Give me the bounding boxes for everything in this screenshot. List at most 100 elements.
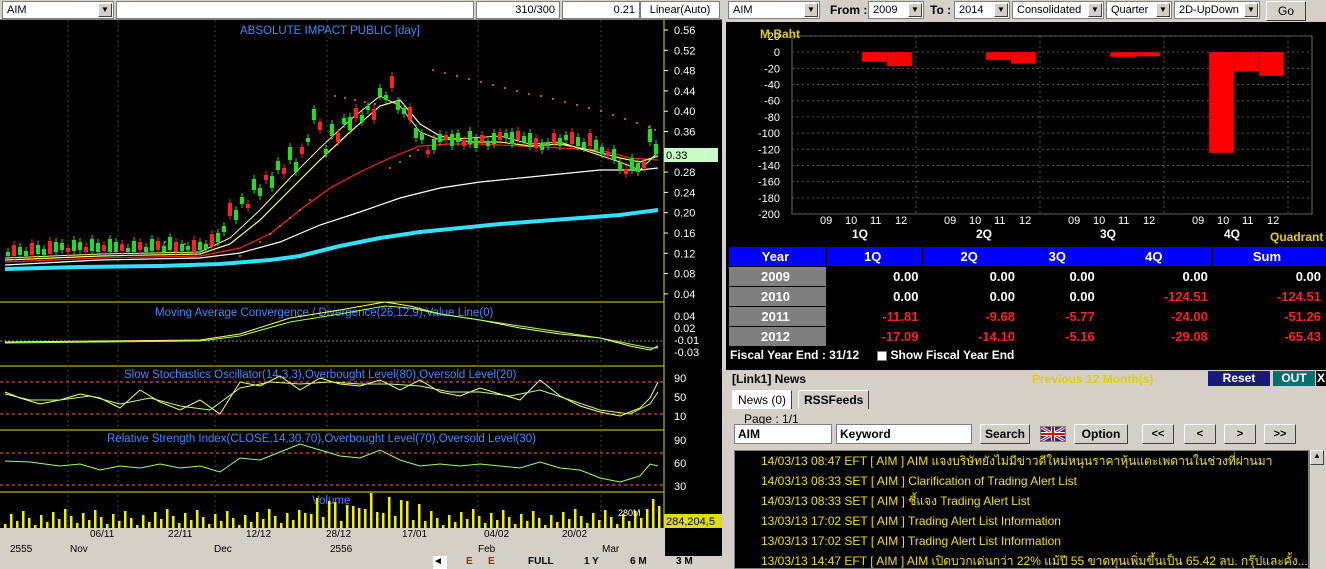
earnings-bar xyxy=(985,51,1012,61)
x-tick-label: 10 xyxy=(969,215,981,227)
next-page-button[interactable]: > xyxy=(1224,424,1256,444)
from-year-select[interactable]: 2009 ▼ xyxy=(868,1,924,19)
scroll-left-icon[interactable]: ◄ xyxy=(433,556,447,569)
first-page-button[interactable]: << xyxy=(1142,424,1174,444)
volume-bar xyxy=(190,520,193,528)
keyword-input[interactable]: Keyword xyxy=(836,424,972,444)
news-item[interactable]: 13/03/13 17:02 SET [ AIM ] Trading Alert… xyxy=(735,511,1308,531)
symbol-combo[interactable]: AIM ▼ xyxy=(2,1,114,19)
news-scrollbar[interactable]: ▲ xyxy=(1309,450,1324,569)
quadrant-label: Quadrant xyxy=(1270,230,1323,244)
fin-symbol-combo[interactable]: AIM ▼ xyxy=(728,1,820,19)
candle-body xyxy=(96,243,100,252)
chevron-down-icon[interactable]: ▼ xyxy=(1088,3,1102,17)
scale-mode[interactable]: Linear(Auto) xyxy=(640,1,720,19)
out-button[interactable]: OUT xyxy=(1273,371,1315,386)
earnings-bar xyxy=(1233,51,1260,72)
last-page-button[interactable]: >> xyxy=(1264,424,1296,444)
volume-bar xyxy=(268,509,271,528)
fiscal-year-end: Fiscal Year End : 31/12 xyxy=(730,348,860,362)
chevron-down-icon[interactable]: ▼ xyxy=(804,3,818,17)
macd-tick-label: 0.04 xyxy=(674,311,695,323)
volume-bar xyxy=(64,509,67,528)
earnings-bar xyxy=(1208,51,1235,154)
volume-bar xyxy=(88,520,91,528)
candle-body xyxy=(372,109,376,120)
go-button[interactable]: Go xyxy=(1266,1,1306,21)
candle-body xyxy=(402,108,406,114)
show-fiscal-checkbox[interactable] xyxy=(876,350,887,361)
volume-bar xyxy=(352,506,355,528)
tab-rss[interactable]: RSSFeeds xyxy=(798,390,870,409)
chevron-down-icon[interactable]: ▼ xyxy=(1156,3,1170,17)
year-cell: 2011 xyxy=(728,306,827,327)
timeframe-full[interactable]: FULL xyxy=(528,556,554,567)
close-icon[interactable]: X xyxy=(1316,371,1326,386)
volume-bar xyxy=(154,512,157,528)
timeframe-3m[interactable]: 3 M xyxy=(676,556,693,567)
candle-body xyxy=(144,247,148,252)
scroll-up-icon[interactable]: ▲ xyxy=(1310,450,1324,465)
period-select[interactable]: Quarter ▼ xyxy=(1106,1,1172,19)
consolidated-select[interactable]: Consolidated ▼ xyxy=(1012,1,1104,19)
candle-body xyxy=(210,234,214,246)
volume-bar xyxy=(118,521,121,528)
search-button[interactable]: Search xyxy=(980,424,1030,444)
news-link-title: [Link1] News xyxy=(732,372,807,386)
stoch-axis: 90 50 10 xyxy=(674,373,686,423)
month-tick: Nov xyxy=(70,544,88,555)
prev-page-button[interactable]: < xyxy=(1184,424,1216,444)
news-symbol-input[interactable]: AIM xyxy=(734,424,832,444)
candle-body xyxy=(618,162,622,170)
view-select[interactable]: 2D-UpDown ▼ xyxy=(1174,1,1260,19)
y-tick-label: -160 xyxy=(758,177,780,189)
volume-bar xyxy=(40,515,43,528)
option-button[interactable]: Option xyxy=(1074,424,1128,444)
to-year-select[interactable]: 2014 ▼ xyxy=(954,1,1010,19)
timeframe-6m[interactable]: 6 M xyxy=(630,556,647,567)
value-cell: 0.00 xyxy=(825,266,924,287)
volume-bar xyxy=(400,500,403,528)
reset-button[interactable]: Reset xyxy=(1208,371,1270,386)
news-item[interactable]: 13/03/13 17:02 SET [ AIM ] Trading Alert… xyxy=(735,531,1308,551)
timeframe-1y[interactable]: 1 Y xyxy=(584,556,599,567)
stoch-tick-label: 10 xyxy=(674,411,686,423)
volume-bar xyxy=(460,512,463,528)
news-item[interactable]: 13/03/13 14:47 EFT [ AIM ] AIM เปิดบวกเด… xyxy=(735,551,1308,568)
volume-bar xyxy=(550,515,553,528)
x-tick-label: 12 xyxy=(1143,215,1155,227)
x-tick-label: 11 xyxy=(994,215,1005,227)
candle-body xyxy=(294,162,298,172)
x-tick-label: 12 xyxy=(1267,215,1279,227)
volume-bar xyxy=(334,502,337,528)
earnings-bar xyxy=(1258,51,1285,76)
volume-top-tick: 280M xyxy=(618,508,641,518)
chevron-down-icon[interactable]: ▼ xyxy=(1244,3,1258,17)
timeframe-button[interactable]: E xyxy=(488,556,495,567)
value-cell: -17.09 xyxy=(825,326,924,347)
timeframe-button[interactable]: E xyxy=(466,556,473,567)
uk-flag-icon[interactable] xyxy=(1040,425,1066,443)
news-item[interactable]: 14/03/13 08:47 EFT [ AIM ] AIM แจงบริษัท… xyxy=(735,451,1308,471)
volume-bar xyxy=(304,513,307,528)
candle-body xyxy=(114,242,118,252)
quarter-group-label: 4Q xyxy=(1224,227,1240,241)
toolbar-blank-field xyxy=(116,1,474,19)
rsi-tick-label: 30 xyxy=(674,481,686,493)
from-year-value: 2009 xyxy=(873,4,898,16)
chevron-down-icon[interactable]: ▼ xyxy=(908,3,922,17)
month-tick: Dec xyxy=(214,544,232,555)
chevron-down-icon[interactable]: ▼ xyxy=(994,3,1008,17)
chevron-down-icon[interactable]: ▼ xyxy=(98,3,112,17)
news-item[interactable]: 14/03/13 08:33 SET [ AIM ] ชี้แจง Tradin… xyxy=(735,491,1308,511)
quarter-group-label: 1Q xyxy=(852,227,868,241)
tab-news[interactable]: News (0) xyxy=(732,390,793,409)
volume-bar xyxy=(112,514,115,528)
candle-body xyxy=(504,133,508,138)
news-item[interactable]: 14/03/13 08:33 SET [ AIM ] Clarification… xyxy=(735,471,1308,491)
volume-bar xyxy=(310,514,313,528)
volume-bar xyxy=(244,515,247,528)
candle-body xyxy=(420,133,424,140)
candle-body xyxy=(288,147,292,160)
candle-body xyxy=(306,138,310,142)
